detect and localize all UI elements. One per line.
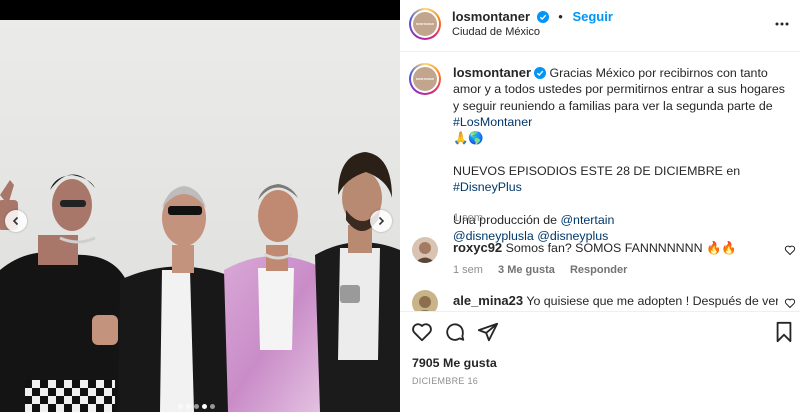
caption-username[interactable]: losmontaner [453,65,531,80]
avatar[interactable]: MONTANER [409,8,441,40]
follow-button[interactable]: Seguir [572,9,612,24]
heart-icon[interactable] [784,244,796,256]
hashtag-link[interactable]: #LosMontaner [453,115,532,129]
verified-icon [536,11,549,23]
photo-top-bar [0,0,400,20]
heart-icon[interactable] [411,321,433,343]
username-link[interactable]: losmontaner [452,9,530,24]
caption-timestamp[interactable]: 1 sem [453,212,483,224]
more-icon[interactable] [774,16,790,32]
carousel-prev-button[interactable] [5,210,27,232]
hashtag-link[interactable]: #DisneyPlus [453,180,522,194]
carousel-dot [178,404,183,409]
carousel-dot [210,404,215,409]
comment-text: ale_mina23 Yo quisiese que me adopten ! … [453,293,778,308]
caption-line-2: NUEVOS EPISODIOS ESTE 28 DE DICIEMBRE en [453,163,741,178]
group-photo [0,20,400,412]
caption-emojis: 🙏🌎 [453,131,484,146]
separator-dot: • [558,9,563,24]
caption-text: losmontaner Gracias México por recibirno… [453,65,788,244]
likes-count[interactable]: 7905 Me gusta [412,356,497,370]
carousel-next-button[interactable] [370,210,392,232]
carousel-dot [186,404,191,409]
carousel-dot-active [202,404,207,409]
comment-meta: 1 sem 3 Me gusta Responder [453,264,627,276]
post-photo[interactable] [0,0,400,412]
comment-likes[interactable]: 3 Me gusta [498,264,555,276]
bookmark-icon[interactable] [774,321,794,343]
comment-body: Somos fan? SOMOS FANNNNNNN 🔥🔥 [505,241,737,255]
mention-link[interactable]: @ntertain [560,213,614,227]
commenter-username[interactable]: roxyc92 [453,240,502,255]
share-icon[interactable] [477,321,499,343]
comment-timestamp[interactable]: 1 sem [453,264,483,276]
post-header: MONTANER losmontaner • Seguir Ciudad de … [400,0,800,52]
comment-text: roxyc92 Somos fan? SOMOS FANNNNNNN 🔥🔥 [453,240,778,256]
chevron-left-icon [12,216,19,226]
post-date[interactable]: DICIEMBRE 16 [412,376,478,386]
caption-avatar[interactable]: MONTANER [409,63,441,95]
comment-body: Yo quisiese que me adopten ! Después de … [526,294,778,308]
carousel-indicator [178,404,215,409]
location-link[interactable]: Ciudad de México [452,26,540,38]
heart-icon[interactable] [784,297,796,309]
carousel-dot [194,404,199,409]
post-side-panel: MONTANER losmontaner • Seguir Ciudad de … [400,0,800,412]
comment-icon[interactable] [444,321,466,343]
commenter-avatar[interactable] [412,237,438,263]
reply-button[interactable]: Responder [570,264,627,276]
avatar-logo: MONTANER [413,12,437,36]
verified-icon [534,67,547,79]
avatar-logo: MONTANER [413,67,437,91]
comments-section[interactable]: MONTANER losmontaner Gracias México por … [400,53,800,311]
commenter-avatar[interactable] [412,290,438,311]
commenter-username[interactable]: ale_mina23 [453,293,523,308]
chevron-right-icon [378,216,385,226]
post-actions: 7905 Me gusta DICIEMBRE 16 [400,311,800,412]
